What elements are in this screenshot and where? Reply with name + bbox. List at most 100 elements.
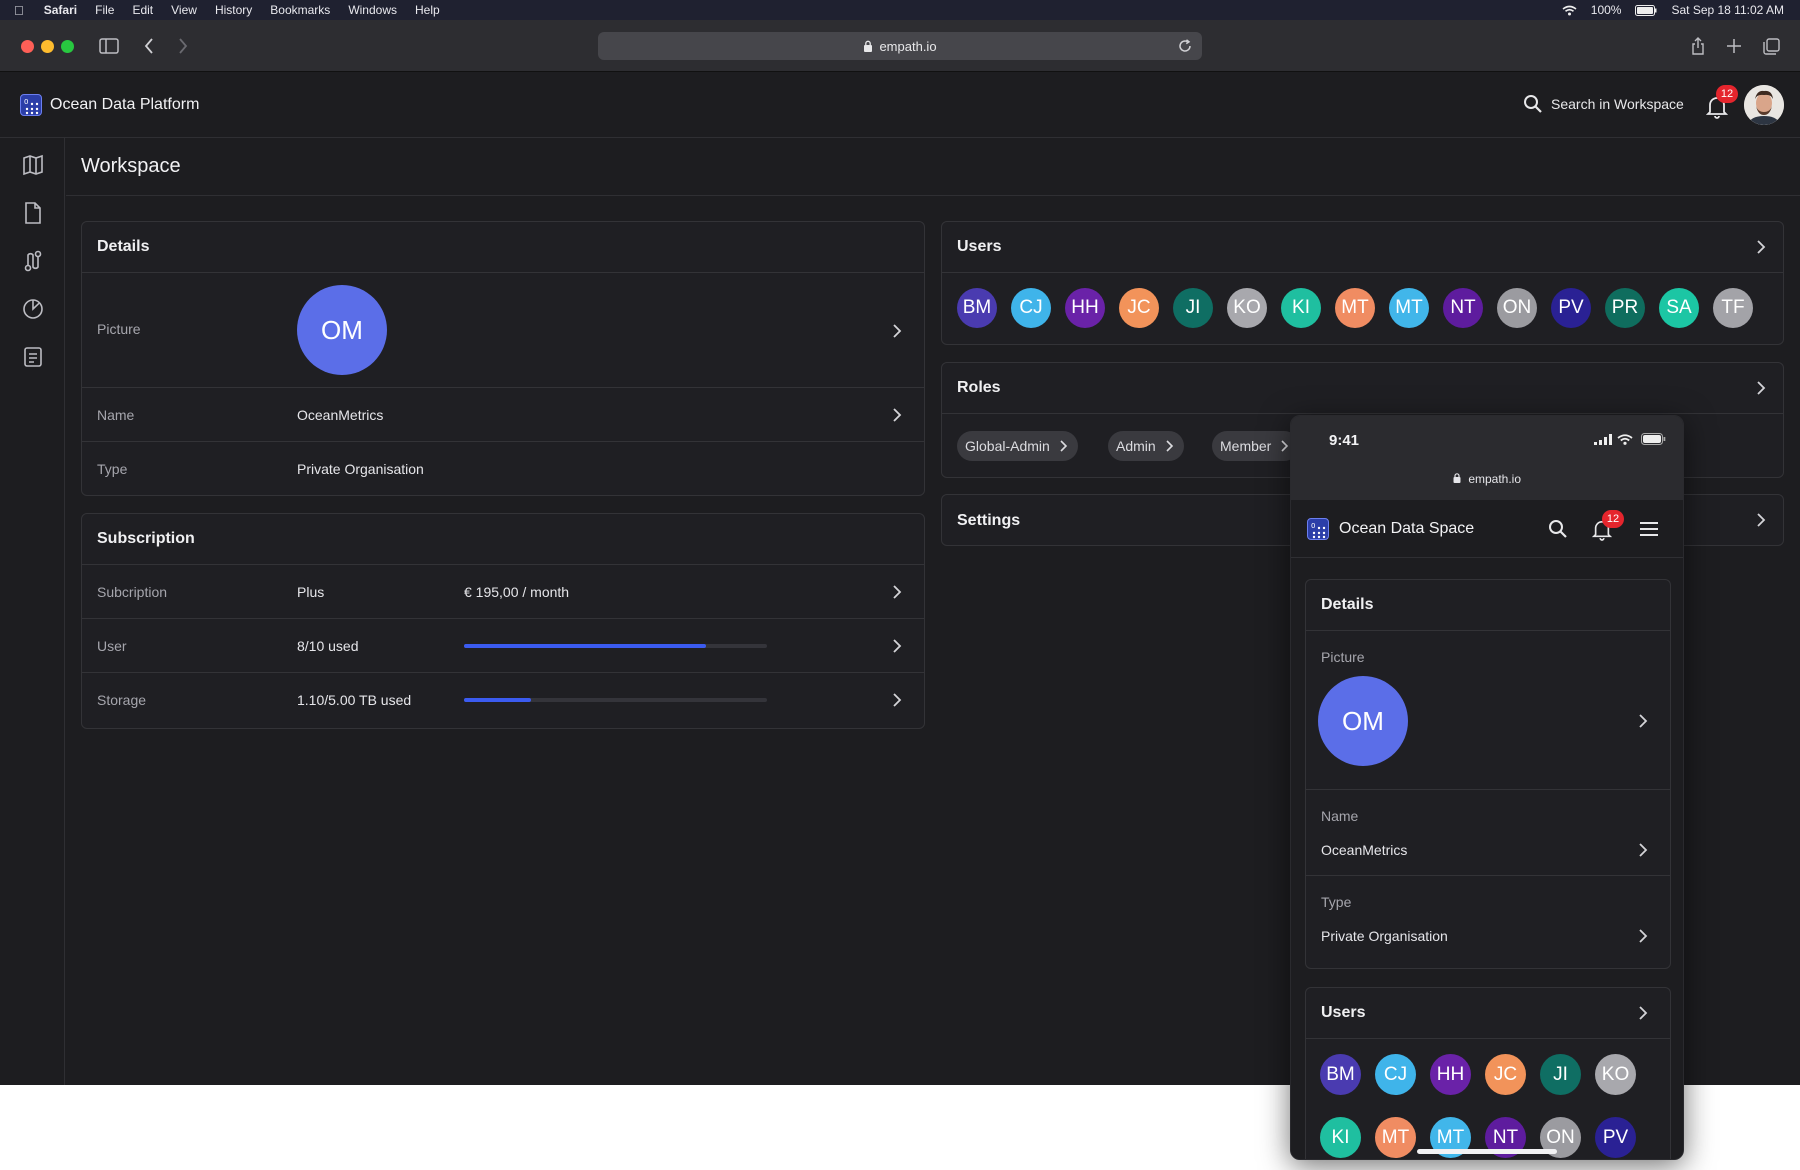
menu-help[interactable]: Help <box>415 3 440 17</box>
brand-logo-icon[interactable]: 0 <box>20 94 42 116</box>
zoom-window-button[interactable] <box>61 40 74 53</box>
mobile-type-row[interactable]: Type Private Organisation <box>1306 876 1670 968</box>
mobile-notifications-button[interactable]: 12 <box>1592 510 1624 541</box>
roles-card-header[interactable]: Roles <box>942 363 1783 414</box>
chevron-right-icon <box>893 585 902 599</box>
user-avatar-pr[interactable]: PR <box>1605 288 1645 328</box>
new-tab-icon[interactable] <box>1722 34 1746 58</box>
mobile-brand-name[interactable]: Ocean Data Space <box>1339 520 1474 538</box>
notifications-button[interactable]: 12 <box>1706 85 1738 119</box>
user-avatar-on[interactable]: ON <box>1497 288 1537 328</box>
search-icon <box>1524 95 1542 113</box>
report-icon[interactable] <box>20 344 46 370</box>
plan-row[interactable]: Subcription Plus € 195,00 / month <box>82 565 924 619</box>
name-value: OceanMetrics <box>297 407 384 423</box>
chevron-right-icon <box>1166 440 1173 452</box>
org-avatar: OM <box>297 285 387 375</box>
mobile-users-header[interactable]: Users <box>1306 988 1670 1039</box>
close-window-button[interactable] <box>21 40 34 53</box>
brand-name[interactable]: Ocean Data Platform <box>50 96 199 114</box>
battery-icon[interactable] <box>1635 4 1657 16</box>
search-icon[interactable] <box>1548 519 1568 539</box>
reload-icon[interactable] <box>1178 39 1192 53</box>
user-avatar-ko[interactable]: KO <box>1227 288 1267 328</box>
mobile-users-avatar-list: BM CJ HH JC JI KO KI MT MT NT ON PV <box>1320 1054 1650 1158</box>
user-avatar-ki[interactable]: KI <box>1281 288 1321 328</box>
lock-icon <box>864 40 873 52</box>
app-header: 0 Ocean Data Platform Search in Workspac… <box>0 72 1800 138</box>
user-avatar-hh[interactable]: HH <box>1065 288 1105 328</box>
mobile-brand-logo-icon[interactable]: 0 <box>1307 518 1329 540</box>
mobile-name-row[interactable]: Name OceanMetrics <box>1306 790 1670 876</box>
user-avatar-ji[interactable]: JI <box>1540 1054 1581 1095</box>
user-avatar-ji[interactable]: JI <box>1173 288 1213 328</box>
mobile-app-header: 0 Ocean Data Space 12 <box>1291 500 1683 558</box>
user-avatar-hh[interactable]: HH <box>1430 1054 1471 1095</box>
route-icon[interactable] <box>20 248 46 274</box>
user-avatar-mt[interactable]: MT <box>1375 1117 1416 1158</box>
user-avatar-mt[interactable]: MT <box>1389 288 1429 328</box>
menu-history[interactable]: History <box>215 3 252 17</box>
chevron-right-icon <box>893 639 902 653</box>
apple-icon[interactable]:  <box>14 3 24 18</box>
user-avatar-bm[interactable]: BM <box>1320 1054 1361 1095</box>
name-row[interactable]: Name OceanMetrics <box>82 388 924 442</box>
menu-view[interactable]: View <box>171 3 197 17</box>
chevron-right-icon <box>1757 240 1766 254</box>
search-workspace-button[interactable]: Search in Workspace <box>1523 94 1684 114</box>
menu-edit[interactable]: Edit <box>132 3 153 17</box>
sidebar-toggle-icon[interactable] <box>97 34 121 58</box>
role-chip-global-admin[interactable]: Global-Admin <box>957 431 1078 461</box>
user-avatar-ki[interactable]: KI <box>1320 1117 1361 1158</box>
user-avatar-mt[interactable]: MT <box>1335 288 1375 328</box>
user-avatar-pv[interactable]: PV <box>1595 1117 1636 1158</box>
users-card: Users BM CJ HH JC JI KO KI MT MT NT ON PV PR SA TF <box>941 221 1784 345</box>
users-card-header[interactable]: Users <box>942 222 1783 273</box>
role-chip-label: Global-Admin <box>965 438 1050 454</box>
user-avatar-jc[interactable]: JC <box>1119 288 1159 328</box>
user-avatar-cj[interactable]: CJ <box>1375 1054 1416 1095</box>
menu-file[interactable]: File <box>95 3 114 17</box>
user-avatar-tf[interactable]: TF <box>1713 288 1753 328</box>
mobile-details-card: Details Picture OM Name OceanMetrics Typ… <box>1305 579 1671 969</box>
share-icon[interactable] <box>1686 34 1710 58</box>
lock-icon <box>1453 473 1461 483</box>
menu-bookmarks[interactable]: Bookmarks <box>270 3 330 17</box>
chevron-right-icon <box>1639 714 1648 728</box>
back-icon[interactable] <box>137 34 161 58</box>
hamburger-menu-icon[interactable] <box>1639 521 1659 537</box>
role-chip-member[interactable]: Member <box>1212 431 1300 461</box>
name-label: Name <box>97 407 135 423</box>
user-avatar-nt[interactable]: NT <box>1443 288 1483 328</box>
mobile-users-title: Users <box>1321 1004 1366 1021</box>
menu-windows[interactable]: Windows <box>348 3 397 17</box>
wifi-icon[interactable] <box>1562 5 1577 16</box>
picture-row[interactable]: Picture OM <box>82 273 924 388</box>
tab-overview-icon[interactable] <box>1759 34 1783 58</box>
role-chip-label: Admin <box>1116 438 1156 454</box>
user-avatar-ko[interactable]: KO <box>1595 1054 1636 1095</box>
mobile-name-label: Name <box>1321 808 1359 824</box>
role-chip-admin[interactable]: Admin <box>1108 431 1184 461</box>
user-avatar[interactable] <box>1744 85 1784 125</box>
document-icon[interactable] <box>20 200 46 226</box>
user-avatar-pv[interactable]: PV <box>1551 288 1591 328</box>
address-bar[interactable]: empath.io <box>598 32 1202 60</box>
storage-row[interactable]: Storage 1.10/5.00 TB used <box>82 673 924 727</box>
user-avatar-cj[interactable]: CJ <box>1011 288 1051 328</box>
minimize-window-button[interactable] <box>41 40 54 53</box>
forward-icon[interactable] <box>171 34 195 58</box>
mobile-users-card: Users BM CJ HH JC JI KO KI MT MT NT ON PV <box>1305 987 1671 1159</box>
user-avatar-sa[interactable]: SA <box>1659 288 1699 328</box>
mobile-address-bar[interactable]: empath.io <box>1291 472 1683 486</box>
user-usage-row[interactable]: User 8/10 used <box>82 619 924 673</box>
user-avatar-jc[interactable]: JC <box>1485 1054 1526 1095</box>
menu-app-name[interactable]: Safari <box>44 3 77 17</box>
user-avatar-bm[interactable]: BM <box>957 288 997 328</box>
pie-chart-icon[interactable] <box>20 296 46 322</box>
mobile-details-title: Details <box>1306 580 1670 631</box>
mobile-type-value: Private Organisation <box>1321 928 1448 944</box>
mobile-url: empath.io <box>1468 472 1522 486</box>
mobile-picture-row[interactable]: Picture OM <box>1306 631 1670 790</box>
map-icon[interactable] <box>20 152 46 178</box>
